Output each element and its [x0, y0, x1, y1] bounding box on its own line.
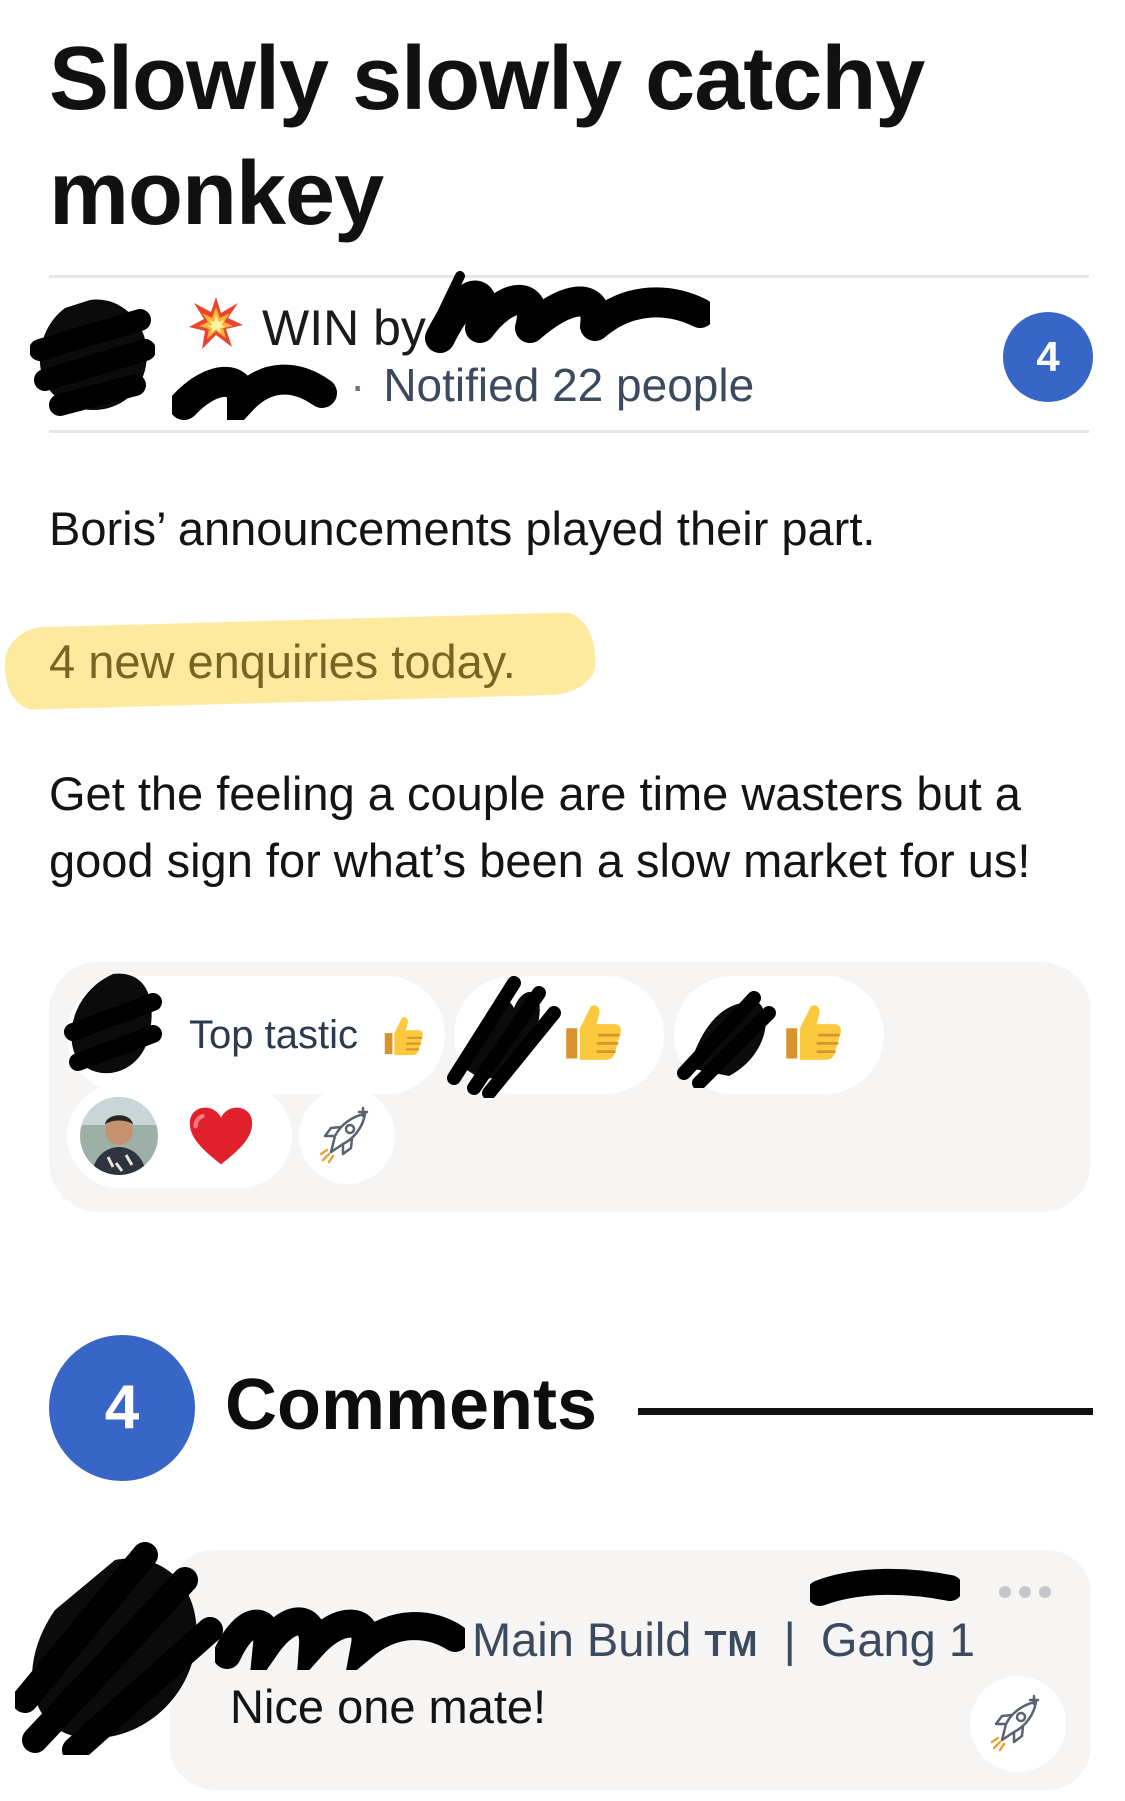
comment-add-reaction-button[interactable]: [970, 1676, 1066, 1772]
commenter-avatar-redacted[interactable]: [15, 1540, 225, 1755]
add-reaction-button[interactable]: [299, 1088, 395, 1184]
meta-separator: ·: [350, 359, 366, 411]
thumbs-up-icon: [566, 1005, 621, 1060]
author-name-redacted-line2: [172, 364, 337, 420]
post-body-line-1: Boris’ announcements played their part.: [49, 502, 876, 555]
comment-meta: Main Build TM | Gang 1: [472, 1610, 975, 1674]
post-meta: · Notified 22 people: [350, 355, 754, 415]
notification-count-badge[interactable]: 4: [1003, 312, 1093, 402]
post-title: Slowly slowly catchy monkey: [49, 29, 925, 244]
reactions-card: Top tastic: [49, 962, 1091, 1212]
reactor-avatar-photo: [80, 1097, 158, 1175]
reaction-pill-4[interactable]: [67, 1084, 292, 1188]
header-divider-bottom: [49, 430, 1089, 433]
comments-divider: [638, 1408, 1093, 1415]
thumbs-up-icon: [384, 1017, 423, 1056]
author-name-redacted[interactable]: [420, 268, 710, 353]
comment-text: Nice one mate!: [230, 1680, 547, 1733]
reactor-avatar-redacted: [677, 991, 776, 1088]
reaction-label: Top tastic: [189, 1013, 358, 1057]
more-options-icon[interactable]: [995, 1580, 1055, 1604]
comment-gang: Gang 1: [820, 1613, 976, 1666]
post-page: Slowly slowly catchy monkey WIN by · Noti…: [0, 0, 1125, 1801]
comment-site: Main Build: [472, 1613, 692, 1666]
comments-heading: Comments: [225, 1365, 598, 1445]
reactor-avatar-redacted: [64, 973, 162, 1074]
collision-icon: [189, 297, 243, 349]
rocket-icon: [319, 1106, 369, 1164]
reactor-avatar-redacted: [447, 976, 561, 1098]
commenter-name-redacted[interactable]: [215, 1600, 465, 1670]
comments-count-badge: 4: [49, 1335, 195, 1481]
post-body-highlighted: 4 new enquiries today.: [49, 635, 516, 688]
trademark-mark: TM: [704, 1623, 759, 1664]
commenter-role-redacted: [810, 1568, 960, 1606]
author-avatar-redacted[interactable]: [30, 290, 155, 420]
red-heart-icon: [189, 1107, 253, 1165]
post-body-line-3: Get the feeling a couple are time waster…: [49, 767, 1031, 887]
rocket-icon: [990, 1694, 1040, 1752]
thumbs-up-icon: [786, 1005, 841, 1060]
comment-meta-separator: |: [783, 1613, 796, 1666]
post-category-label: WIN by: [262, 300, 426, 356]
notified-count-text: Notified 22 people: [383, 359, 755, 411]
